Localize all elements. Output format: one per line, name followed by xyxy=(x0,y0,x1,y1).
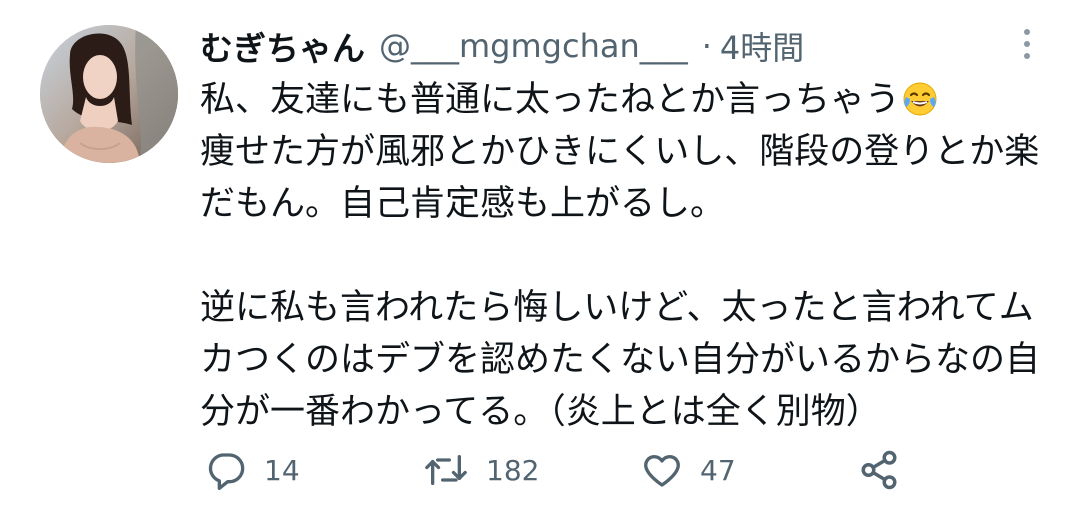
more-options-button[interactable] xyxy=(1012,24,1042,64)
tweet-text-line: だもん。自己肯定感も上がるし。 xyxy=(200,184,726,224)
tweet-header: むぎちゃん @___mgmgchan___ · 4時間 xyxy=(200,22,804,70)
reply-icon xyxy=(208,453,245,490)
share-icon xyxy=(861,450,897,490)
tweet-text-line: 私、友達にも普通に太ったねとか言っちゃう xyxy=(200,74,1060,126)
like-count: 47 xyxy=(700,453,736,487)
retweet-count: 182 xyxy=(486,453,540,487)
retweet-icon xyxy=(425,455,467,485)
display-name[interactable]: むぎちゃん xyxy=(200,22,365,70)
face-with-tears-of-joy-icon xyxy=(902,80,938,132)
avatar[interactable] xyxy=(40,25,178,163)
tweet-text: 私、友達にも普通に太ったねとか言っちゃう 痩せた方が風邪とかひきにくいし、階段の… xyxy=(200,74,1060,438)
tweet-text-line: カつくのはデブを認めたくない自分がいるからなの自 xyxy=(200,340,1041,380)
tweet-text-line: 逆に私も言われたら悔しいけど、太ったと言われてム xyxy=(200,288,1034,328)
tweet-text-line: 分が一番わかってる。（炎上とは全く別物） xyxy=(200,392,881,432)
timestamp[interactable]: 4時間 xyxy=(720,23,804,69)
reply-button[interactable]: 14 xyxy=(206,440,300,500)
reply-count: 14 xyxy=(264,453,300,487)
more-vertical-icon xyxy=(1024,29,1030,35)
separator-dot: · xyxy=(701,27,712,65)
retweet-button[interactable]: 182 xyxy=(424,440,539,500)
tweet-text-line xyxy=(200,230,1060,282)
tweet-text-line: 痩せた方が風邪とかひきにくいし、階段の登りとか楽 xyxy=(200,132,1040,172)
tweet-card[interactable]: むぎちゃん @___mgmgchan___ · 4時間 私、友達にも普通に太った… xyxy=(0,0,1080,513)
share-button[interactable] xyxy=(858,440,900,500)
tweet-actions: 14 182 47 xyxy=(0,440,1080,500)
user-handle[interactable]: @___mgmgchan___ xyxy=(379,27,688,65)
avatar-photo xyxy=(40,25,178,163)
like-button[interactable]: 47 xyxy=(642,440,736,500)
heart-icon xyxy=(644,455,680,487)
